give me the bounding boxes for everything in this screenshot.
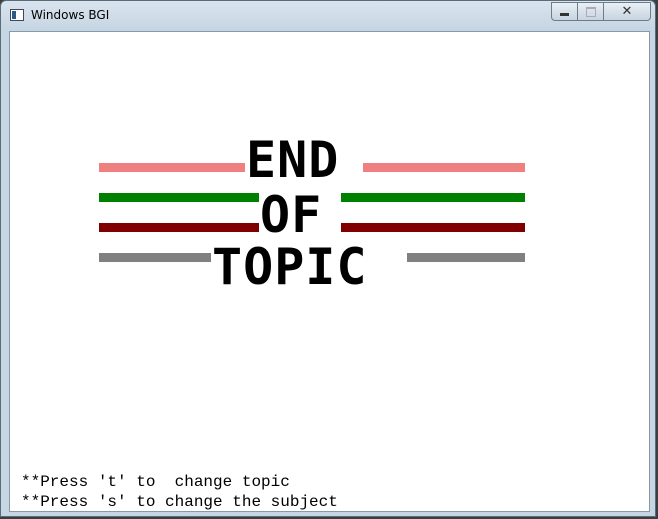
close-icon: ✕	[621, 4, 633, 19]
bgi-window: Windows BGI ✕ END OF TOPIC **Press 't' t…	[0, 0, 656, 517]
close-button[interactable]: ✕	[604, 2, 651, 21]
word-end: END	[246, 131, 340, 189]
word-of: OF	[260, 186, 323, 244]
maximize-button[interactable]	[578, 2, 604, 21]
graphics-canvas[interactable]: END OF TOPIC **Press 't' to change topic…	[9, 31, 650, 512]
window-controls: ✕	[551, 2, 651, 22]
green-bar-right	[341, 193, 525, 202]
word-topic: TOPIC	[212, 238, 368, 296]
gray-bar-right	[407, 253, 525, 262]
gray-bar-left	[99, 253, 211, 262]
dark-red-bar-left	[99, 223, 259, 232]
dark-red-bar-right	[341, 223, 525, 232]
hint-change-subject: **Press 's' to change the subject	[21, 493, 338, 511]
title-bar[interactable]: Windows BGI ✕	[1, 1, 655, 31]
hint-change-topic: **Press 't' to change topic	[21, 473, 290, 491]
app-window-icon[interactable]	[10, 9, 24, 21]
pink-bar-left	[99, 163, 245, 172]
minimize-icon	[560, 13, 569, 16]
window-title: Windows BGI	[31, 8, 110, 22]
green-bar-left	[99, 193, 259, 202]
pink-bar-right	[363, 163, 525, 172]
minimize-button[interactable]	[551, 2, 578, 21]
maximize-icon	[585, 6, 596, 17]
